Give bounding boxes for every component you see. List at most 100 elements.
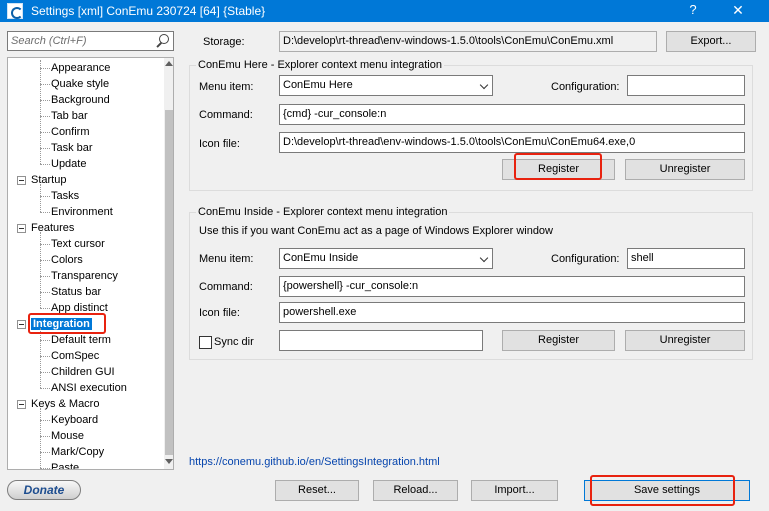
tree-item-children-gui[interactable]: Children GUI (51, 364, 115, 380)
inside-configuration-field[interactable]: shell (627, 248, 745, 269)
tree-item-text-cursor[interactable]: Text cursor (51, 236, 105, 252)
scroll-down-arrow-icon[interactable] (165, 459, 173, 464)
here-configuration-field[interactable] (627, 75, 745, 96)
tree-item-default-term[interactable]: Default term (51, 332, 111, 348)
tree-guide-line (40, 276, 50, 277)
tree-item-label: Environment (51, 206, 113, 218)
tree-item-label: Features (31, 222, 75, 234)
tree-guide-line (40, 184, 41, 212)
collapse-toggle-icon[interactable] (17, 176, 26, 185)
tree-item-confirm[interactable]: Confirm (51, 124, 90, 140)
tree-item-label: Children GUI (51, 366, 115, 378)
tree-guide-line (40, 340, 50, 341)
help-link[interactable]: https://conemu.github.io/en/SettingsInte… (189, 456, 440, 468)
tree-item-label: Text cursor (51, 238, 105, 250)
tree-guide-line (40, 84, 50, 85)
scroll-thumb[interactable] (165, 110, 173, 455)
tree-item-features[interactable]: Features (31, 220, 74, 236)
tree-item-quake-style[interactable]: Quake style (51, 76, 109, 92)
tree-item-label: ComSpec (51, 350, 100, 362)
export-button[interactable]: Export... (666, 31, 756, 52)
search-icon[interactable] (159, 34, 169, 44)
tree-item-appearance[interactable]: Appearance (51, 60, 110, 76)
tree-guide-line (40, 232, 41, 308)
tree-item-label: Background (51, 94, 110, 106)
tree-guide-line (40, 372, 50, 373)
tree-item-keyboard[interactable]: Keyboard (51, 412, 98, 428)
tree-guide-line (40, 356, 50, 357)
tree-item-label: Tasks (51, 190, 80, 202)
tree-item-tab-bar[interactable]: Tab bar (51, 108, 88, 124)
tree-item-startup[interactable]: Startup (31, 172, 66, 188)
tree-item-update[interactable]: Update (51, 156, 86, 172)
here-unregister-button[interactable]: Unregister (625, 159, 745, 180)
close-button[interactable]: ✕ (726, 2, 750, 19)
inside-unregister-button[interactable]: Unregister (625, 330, 745, 351)
tree-guide-line (40, 196, 50, 197)
tree-item-task-bar[interactable]: Task bar (51, 140, 93, 156)
integration-highlight-box (28, 313, 106, 334)
tree-item-label: Paste (51, 462, 80, 470)
tree-item-label: Mark/Copy (51, 446, 105, 458)
settings-search-input[interactable]: Search (Ctrl+F) (7, 31, 174, 51)
tree-guide-line (40, 212, 50, 213)
tree-item-label: Status bar (51, 286, 102, 298)
tree-guide-line (40, 260, 50, 261)
title-bar: Settings [xml] ConEmu 230724 [64] {Stabl… (0, 0, 769, 22)
here-menu-item-select[interactable]: ConEmu Here (279, 75, 493, 96)
inside-icon-file-field[interactable]: powershell.exe (279, 302, 745, 323)
sync-dir-label: Sync dir (214, 336, 254, 348)
sync-dir-checkbox[interactable] (199, 336, 212, 349)
here-command-label: Command: (199, 109, 253, 121)
settings-tree[interactable]: Appearance Quake style Background Tab bar Co… (7, 57, 174, 470)
inside-command-field[interactable]: {powershell} -cur_console:n (279, 276, 745, 297)
tree-guide-line (40, 164, 50, 165)
tree-item-tasks[interactable]: Tasks (51, 188, 79, 204)
collapse-toggle-icon[interactable] (17, 400, 26, 409)
storage-path-field[interactable]: D:\develop\rt-thread\env-windows-1.5.0\t… (279, 31, 657, 52)
tree-item-comspec[interactable]: ComSpec (51, 348, 99, 364)
inside-menu-item-select[interactable]: ConEmu Inside (279, 248, 493, 269)
tree-guide-line (40, 100, 50, 101)
tree-guide-line (40, 244, 50, 245)
tree-guide-line (40, 408, 41, 468)
collapse-toggle-icon[interactable] (17, 224, 26, 233)
import-button[interactable]: Import... (471, 480, 558, 501)
inside-description: Use this if you want ConEmu act as a pag… (199, 225, 553, 237)
tree-item-colors[interactable]: Colors (51, 252, 83, 268)
tree-item-label: Task bar (51, 142, 93, 154)
tree-item-keys-macro[interactable]: Keys & Macro (31, 396, 99, 412)
tree-item-label: Transparency (51, 270, 118, 282)
tree-item-ansi-execution[interactable]: ANSI execution (51, 380, 127, 396)
here-configuration-label: Configuration: (551, 81, 620, 93)
tree-item-environment[interactable]: Environment (51, 204, 113, 220)
reload-button[interactable]: Reload... (373, 480, 458, 501)
here-command-field[interactable]: {cmd} -cur_console:n (279, 104, 745, 125)
tree-item-label: Keyboard (51, 414, 99, 426)
storage-label: Storage: (203, 36, 245, 48)
here-icon-file-field[interactable]: D:\develop\rt-thread\env-windows-1.5.0\t… (279, 132, 745, 153)
collapse-toggle-icon[interactable] (17, 320, 26, 329)
tree-item-label: Quake style (51, 78, 110, 90)
tree-item-label: Appearance (51, 62, 111, 74)
tree-item-mouse[interactable]: Mouse (51, 428, 84, 444)
conemu-app-icon (7, 3, 23, 19)
conemu-inside-group-title: ConEmu Inside - Explorer context menu in… (196, 206, 450, 218)
inside-configuration-label: Configuration: (551, 253, 620, 265)
tree-scrollbar[interactable] (164, 58, 173, 469)
sync-dir-field[interactable] (279, 330, 483, 351)
tree-item-transparency[interactable]: Transparency (51, 268, 118, 284)
tree-guide-line (40, 388, 50, 389)
inside-register-button[interactable]: Register (502, 330, 615, 351)
tree-item-background[interactable]: Background (51, 92, 110, 108)
conemu-here-group-title: ConEmu Here - Explorer context menu inte… (196, 59, 444, 71)
tree-item-status-bar[interactable]: Status bar (51, 284, 101, 300)
tree-item-label: Default term (51, 334, 111, 346)
donate-button[interactable]: Donate (7, 480, 81, 500)
scroll-up-arrow-icon[interactable] (165, 61, 173, 66)
reset-button[interactable]: Reset... (275, 480, 359, 501)
tree-item-mark-copy[interactable]: Mark/Copy (51, 444, 104, 460)
tree-item-paste[interactable]: Paste (51, 460, 80, 470)
inside-command-label: Command: (199, 281, 253, 293)
help-button[interactable]: ? (681, 2, 705, 17)
